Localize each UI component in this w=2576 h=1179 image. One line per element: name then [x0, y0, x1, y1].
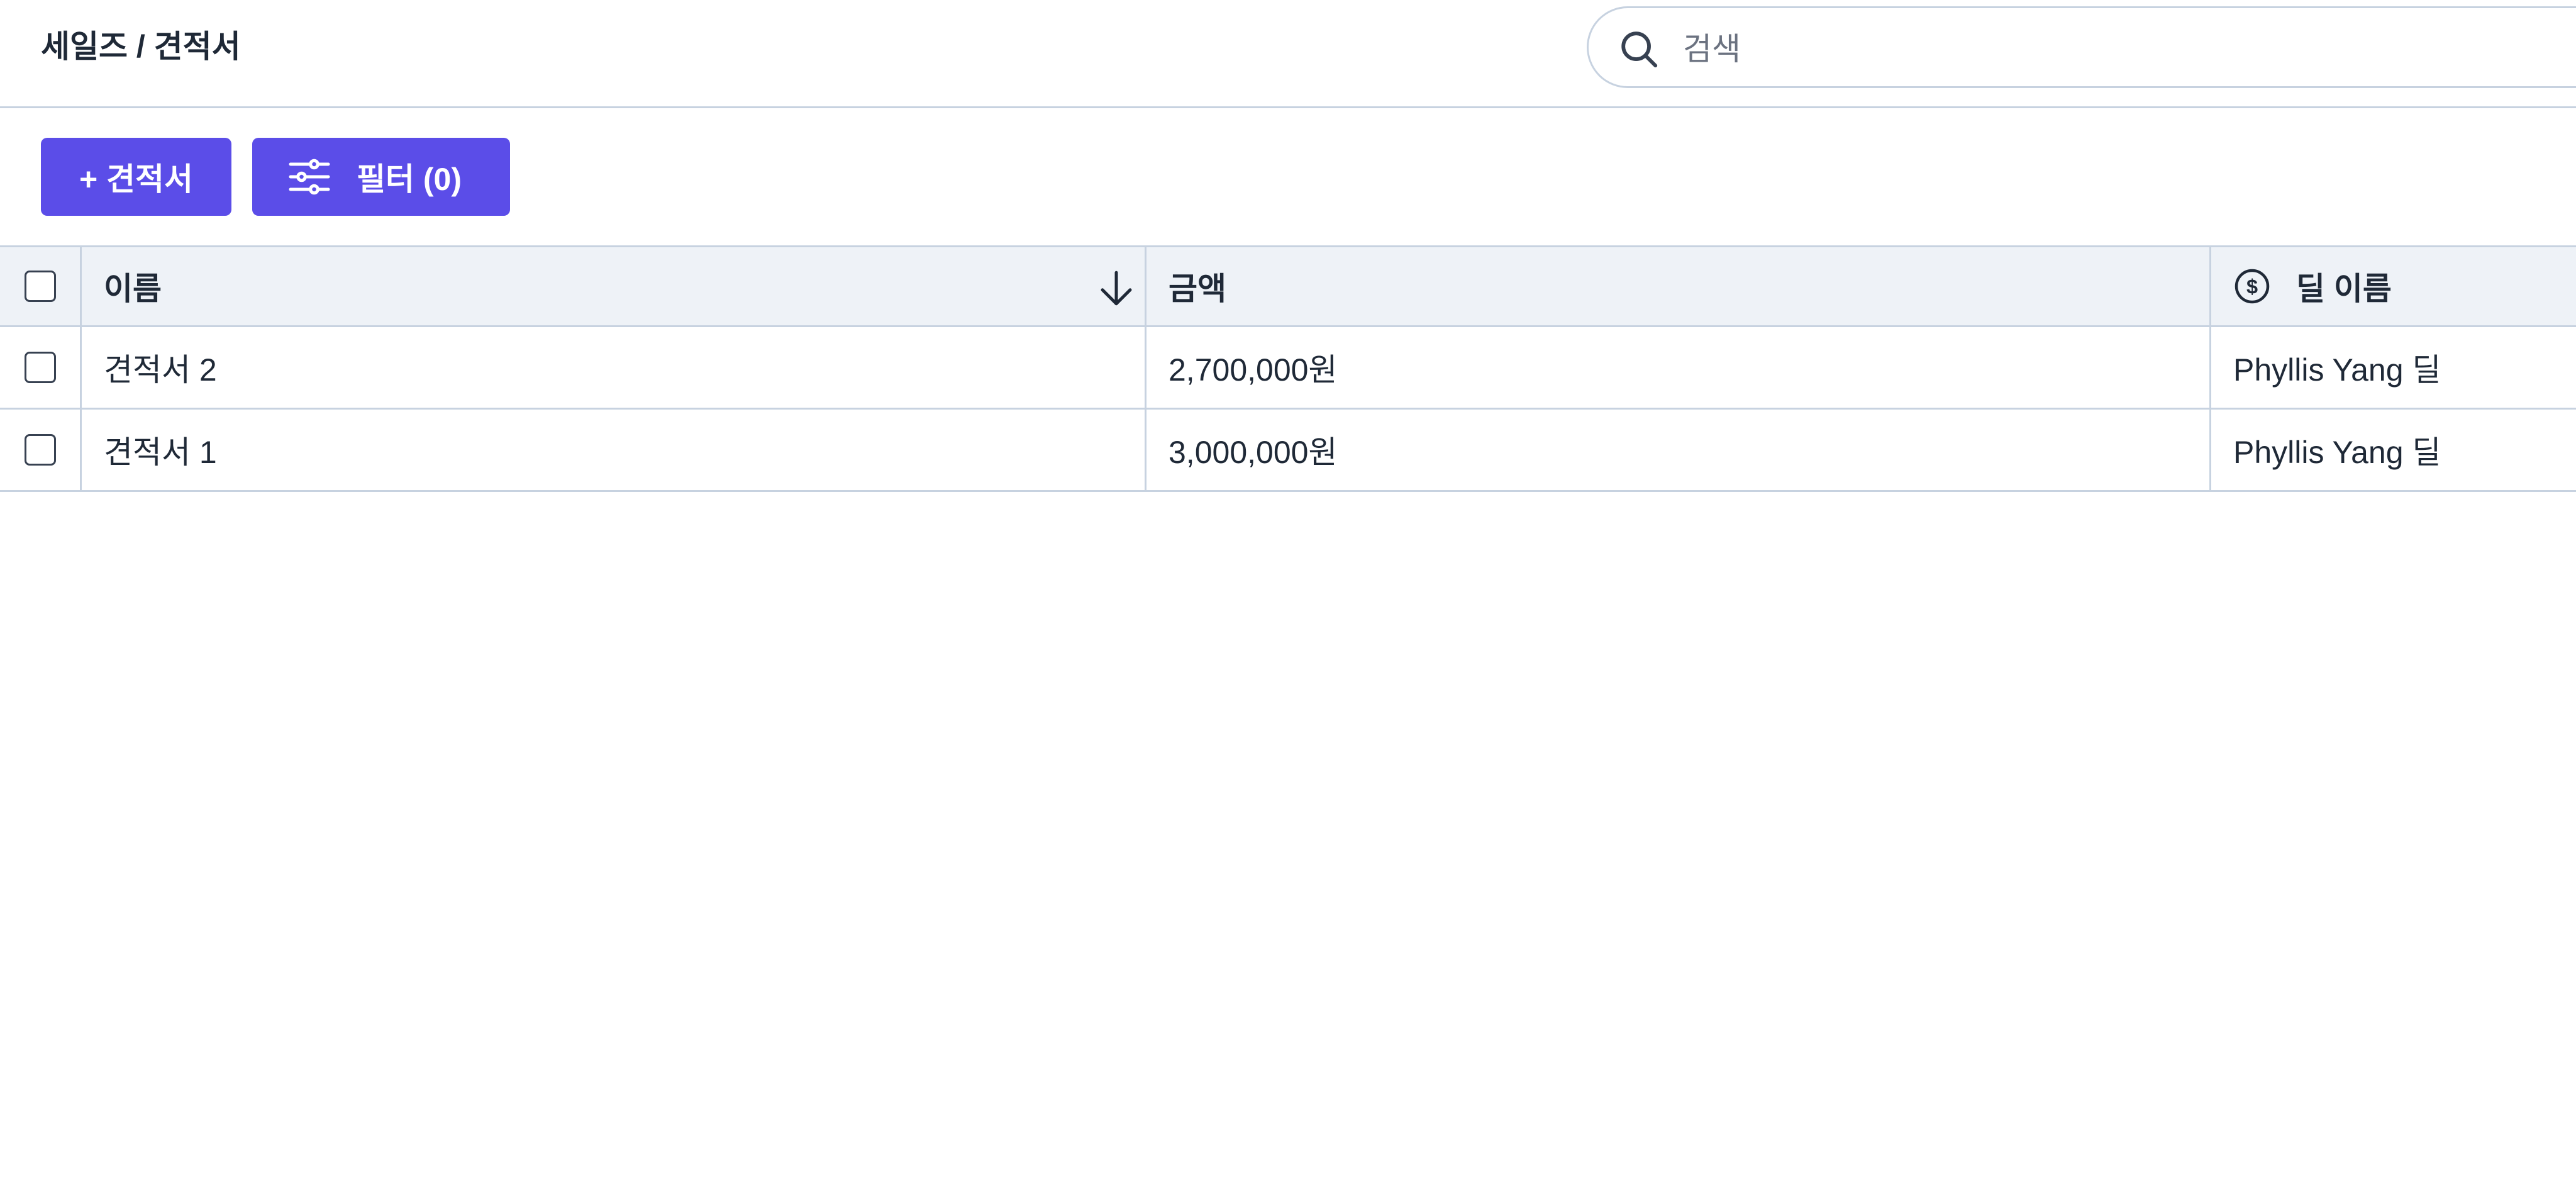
- breadcrumb[interactable]: 세일즈 / 견적서: [41, 28, 241, 65]
- cell-deal[interactable]: Phyllis Yang 딜: [2211, 410, 2576, 490]
- table-row[interactable]: 견적서 1 3,000,000원 Phyllis Yang 딜: [0, 410, 2576, 492]
- filter-button[interactable]: 필터 (0): [252, 138, 510, 216]
- column-header-deal[interactable]: $ 딜 이름: [2211, 247, 2576, 325]
- table-header-row: 이름 금액 $ 딜 이름: [0, 245, 2576, 327]
- select-all-cell: [0, 247, 82, 325]
- search-box[interactable]: [1587, 6, 2576, 88]
- cell-amount: 2,700,000원: [1146, 327, 2211, 408]
- column-header-name[interactable]: 이름: [82, 247, 1146, 325]
- top-bar: 세일즈 / 견적서: [0, 0, 2576, 108]
- cell-name[interactable]: 견적서 1: [82, 410, 1146, 490]
- column-header-amount-label: 금액: [1169, 271, 1226, 306]
- table-row[interactable]: 견적서 2 2,700,000원 Phyllis Yang 딜: [0, 327, 2576, 410]
- search-input[interactable]: [1683, 27, 2501, 71]
- column-header-deal-label: 딜 이름: [2296, 271, 2392, 306]
- sliders-icon: [289, 159, 330, 195]
- row-select-cell: [0, 327, 82, 408]
- dollar-circle-icon: $: [2235, 269, 2270, 304]
- row-checkbox[interactable]: [24, 434, 56, 466]
- column-header-amount[interactable]: 금액: [1146, 247, 2211, 325]
- svg-text:$: $: [2246, 275, 2258, 298]
- add-quote-button[interactable]: + 견적서: [41, 138, 231, 216]
- cell-amount: 3,000,000원: [1146, 410, 2211, 490]
- column-header-name-label: 이름: [104, 271, 162, 306]
- row-select-cell: [0, 410, 82, 490]
- filter-button-label: 필터 (0): [357, 162, 462, 197]
- search-icon: [1621, 31, 1658, 68]
- arrow-down-icon[interactable]: [1096, 267, 1137, 309]
- row-checkbox[interactable]: [24, 352, 56, 383]
- cell-name[interactable]: 견적서 2: [82, 327, 1146, 408]
- cell-deal[interactable]: Phyllis Yang 딜: [2211, 327, 2576, 408]
- quotes-table: 이름 금액 $ 딜 이름 견적서 2 2,700,000원 Phyllis Ya…: [0, 245, 2576, 492]
- select-all-checkbox[interactable]: [24, 271, 56, 302]
